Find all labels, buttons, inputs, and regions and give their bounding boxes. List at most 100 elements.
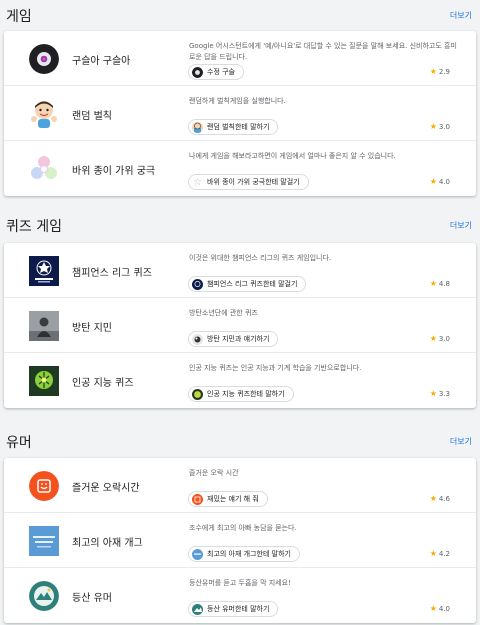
rating: ★ 4.8: [430, 279, 450, 288]
list-item[interactable]: 즐거운 오락시간 즐거운 오락 시간 재밌는 얘기 해 줘 ★ 4.6: [4, 458, 476, 513]
crystal-ball-icon: [192, 66, 203, 78]
action-name: 챔피언스 리그 퀴즈: [72, 268, 152, 279]
action-list-card: 즐거운 오락시간 즐거운 오락 시간 재밌는 얘기 해 줘 ★ 4.6 최고의 아…: [4, 458, 476, 623]
rating-value: 4.6: [438, 494, 450, 503]
action-description: 인공 지능 퀴즈는 인공 지능과 기계 학습을 기반으로합니다.: [189, 364, 362, 372]
action-description: 조수에게 최고의 아빠 농담을 묻는다.: [189, 524, 297, 532]
action-name: 인공 지능 퀴즈: [72, 378, 134, 389]
list-item[interactable]: 인공 지능 퀴즈 인공 지능 퀴즈는 인공 지능과 기계 학습을 기반으로합니다…: [4, 353, 476, 408]
chip-label: 등산 유머한테 말하기: [207, 605, 270, 613]
section-header: 퀴즈 게임 더보기: [0, 210, 480, 246]
rating-value: 2.9: [438, 67, 450, 76]
action-description: 방탄소년단에 관한 퀴즈: [189, 309, 258, 317]
chip-label: 방탄 지민과 얘기하기: [207, 335, 270, 343]
penalty-character-icon: [29, 99, 59, 129]
dad-joke-icon: [192, 548, 203, 560]
try-it-chip[interactable]: 수정 구슬: [188, 64, 244, 80]
penalty-character-icon: [192, 121, 203, 133]
try-it-chip[interactable]: 최고의 아재 개그한테 말하기: [188, 546, 300, 562]
try-it-chip[interactable]: 재밌는 얘기 해 줘: [188, 491, 268, 507]
photo-icon: [192, 333, 203, 345]
rating: ★ 4.2: [430, 549, 450, 558]
crystal-ball-icon: [29, 44, 59, 74]
try-it-chip[interactable]: ☆ 바위 종이 가위 궁극한테 말걸기: [188, 174, 309, 190]
action-list-card: 구슬아 구슬아 Google 어시스턴트에게 '예/아니요'로 대답할 수 있는…: [4, 31, 476, 196]
action-name: 등산 유머: [72, 593, 112, 604]
chip-label: 바위 종이 가위 궁극한테 말걸기: [207, 178, 300, 186]
try-it-chip[interactable]: 인공 지능 퀴즈한테 말하기: [188, 386, 294, 402]
chip-label: 인공 지능 퀴즈한테 말하기: [207, 390, 285, 398]
rating: ★ 3.3: [430, 389, 450, 398]
try-it-chip[interactable]: 챔피언스 리그 퀴즈한테 말걸기: [188, 276, 307, 292]
rating-value: 4.8: [438, 279, 450, 288]
star-icon: ★: [429, 389, 437, 398]
rating: ★ 3.0: [430, 122, 450, 131]
try-it-chip[interactable]: 등산 유머한테 말하기: [188, 601, 279, 617]
section-title: 퀴즈 게임: [6, 219, 62, 235]
action-name: 즐거운 오락시간: [72, 483, 140, 494]
list-item[interactable]: 구슬아 구슬아 Google 어시스턴트에게 '예/아니요'로 대답할 수 있는…: [4, 31, 476, 86]
action-name: 바위 종이 가위 궁극: [72, 166, 156, 177]
action-description: 나에게 게임을 해보라고하면이 게임에서 얼마나 좋은지 알 수 있습니다.: [189, 152, 396, 160]
action-description: 즐거운 오락 시간: [189, 469, 239, 477]
list-item[interactable]: 챔피언스 리그 퀴즈 이것은 위대한 챔피언스 리그의 퀴즈 게임입니다. 챔피…: [4, 243, 476, 298]
rating: ★ 3.0: [430, 334, 450, 343]
action-name: 구슬아 구슬아: [72, 56, 131, 67]
list-item[interactable]: 바위 종이 가위 궁극 나에게 게임을 해보라고하면이 게임에서 얼마나 좋은지…: [4, 141, 476, 196]
list-item[interactable]: 최고의 아재 개그 조수에게 최고의 아빠 농담을 묻는다. 최고의 아재 개그…: [4, 513, 476, 568]
star-outline-icon: ☆: [193, 176, 202, 188]
action-description: 랜덤하게 벌칙게임을 실행합니다.: [189, 97, 286, 105]
dad-joke-icon: [29, 526, 59, 556]
action-name: 랜덤 벌칙: [72, 111, 112, 122]
rating: ★ 4.0: [430, 604, 450, 613]
smile-note-icon: [29, 471, 59, 501]
ai-brain-icon: [192, 388, 203, 400]
rating-value: 3.0: [438, 122, 450, 131]
more-link[interactable]: 더보기: [450, 436, 472, 447]
mountain-globe-icon: [29, 581, 59, 611]
mountain-globe-icon: [192, 603, 203, 615]
rating: ★ 4.0: [430, 177, 450, 186]
rating-value: 4.0: [438, 604, 450, 613]
star-icon: ★: [429, 604, 437, 613]
try-it-chip[interactable]: 방탄 지민과 얘기하기: [188, 331, 279, 347]
chip-label: 최고의 아재 개그한테 말하기: [207, 550, 291, 558]
ai-brain-icon: [29, 366, 59, 396]
action-list-card: 챔피언스 리그 퀴즈 이것은 위대한 챔피언스 리그의 퀴즈 게임입니다. 챔피…: [4, 243, 476, 408]
rating-value: 4.0: [438, 177, 450, 186]
smile-note-icon: [192, 493, 203, 505]
chip-label: 재밌는 얘기 해 줘: [207, 495, 259, 503]
rock-paper-scissors-icon: [29, 154, 59, 184]
star-icon: ★: [429, 279, 437, 288]
chip-label: 수정 구슬: [207, 68, 235, 76]
action-description: 등산유머를 듣고 두홉을 막 지세요!: [189, 579, 291, 587]
list-item[interactable]: 등산 유머 등산유머를 듣고 두홉을 막 지세요! 등산 유머한테 말하기 ★ 4…: [4, 568, 476, 623]
section-title: 유머: [6, 435, 32, 451]
rating: ★ 2.9: [430, 67, 450, 76]
star-icon: ★: [429, 177, 437, 186]
action-name: 최고의 아재 개그: [72, 538, 143, 549]
photo-icon: [29, 311, 59, 341]
rating: ★ 4.6: [430, 494, 450, 503]
action-description: Google 어시스턴트에게 '예/아니요'로 대답할 수 있는 질문을 말해 …: [189, 42, 457, 61]
action-name: 방탄 지민: [72, 323, 112, 334]
star-icon: ★: [429, 494, 437, 503]
rating-value: 4.2: [438, 549, 450, 558]
list-item[interactable]: 랜덤 벌칙 랜덤하게 벌칙게임을 실행합니다. 랜덤 벌칙한테 말하기 ★ 3.0: [4, 86, 476, 141]
star-icon: ★: [429, 67, 437, 76]
action-description: 이것은 위대한 챔피언스 리그의 퀴즈 게임입니다.: [189, 254, 332, 262]
try-it-chip[interactable]: 랜덤 벌칙한테 말하기: [188, 119, 279, 135]
star-icon: ★: [429, 122, 437, 131]
section-title: 게임: [6, 9, 32, 25]
chip-label: 랜덤 벌칙한테 말하기: [207, 123, 270, 131]
section-header: 유머 더보기: [0, 426, 480, 462]
more-link[interactable]: 더보기: [450, 10, 472, 21]
list-item[interactable]: 방탄 지민 방탄소년단에 관한 퀴즈 방탄 지민과 얘기하기 ★ 3.0: [4, 298, 476, 353]
champions-league-icon: [29, 256, 59, 286]
star-icon: ★: [429, 549, 437, 558]
more-link[interactable]: 더보기: [450, 220, 472, 231]
rating-value: 3.0: [438, 334, 450, 343]
champions-league-icon: [192, 278, 203, 290]
star-icon: ★: [429, 334, 437, 343]
rating-value: 3.3: [438, 389, 450, 398]
